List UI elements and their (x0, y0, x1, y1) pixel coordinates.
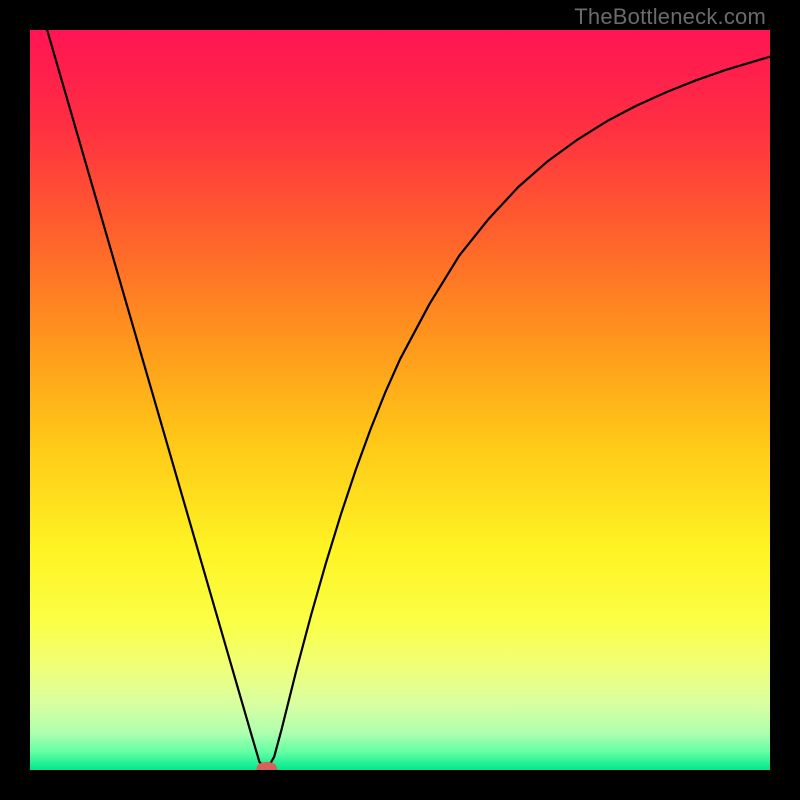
watermark-text: TheBottleneck.com (574, 4, 766, 30)
gradient-background (30, 30, 770, 770)
bottleneck-chart (30, 30, 770, 770)
chart-frame (30, 30, 770, 770)
